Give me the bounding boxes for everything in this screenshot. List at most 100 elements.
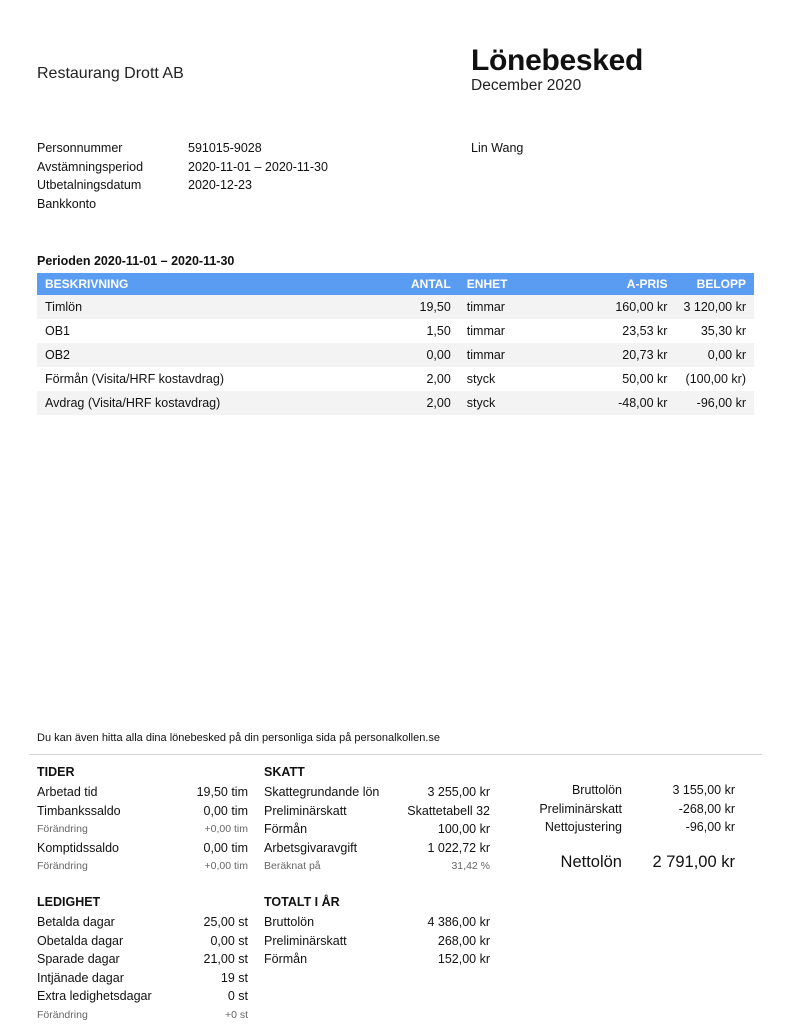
row-value: 0,00 tim	[203, 840, 248, 855]
change-row: Förändring +0,00 tim	[37, 820, 248, 839]
summary-row: Preliminärskatt 268,00 kr	[264, 932, 490, 951]
section-divider	[29, 754, 762, 755]
cell-description: OB2	[37, 343, 378, 367]
section-ledighet: LEDIGHET Betalda dagar 25,00 st Obetalda…	[37, 892, 248, 1024]
row-label: Beräknat på	[264, 860, 321, 872]
section-skatt: SKATT Skattegrundande lön 3 255,00 kr Pr…	[264, 762, 490, 876]
summary-row: Timbankssaldo 0,00 tim	[37, 802, 248, 821]
summary-row: Sparade dagar 21,00 st	[37, 950, 248, 969]
document-title: Lönebesked	[471, 44, 644, 77]
footnote-text: Du kan även hitta alla dina lönebesked p…	[37, 732, 440, 744]
row-value: 19,50 tim	[196, 785, 248, 799]
column-header-amount: Belopp	[675, 273, 754, 295]
row-label: Bruttolön	[571, 783, 622, 797]
cell-description: Förmån (Visita/HRF kostavdrag)	[37, 367, 378, 391]
cell-description: Avdrag (Visita/HRF kostavdrag)	[37, 391, 378, 415]
cell-quantity: 1,50	[377, 319, 459, 343]
row-label: Arbetsgivaravgift	[264, 840, 358, 855]
summary-row: Förmån 100,00 kr	[264, 820, 490, 839]
info-label: Avstämningsperiod	[37, 159, 144, 174]
row-value: 3 255,00 kr	[427, 785, 490, 799]
row-label: Sparade dagar	[37, 952, 120, 966]
summary-row: Preliminärskatt -268,00 kr	[510, 800, 735, 819]
table-row: OB2 0,00 timmar 20,73 kr 0,00 kr	[37, 343, 754, 367]
row-value: 31,42 %	[451, 860, 490, 872]
summary-row: Obetalda dagar 0,00 st	[37, 932, 248, 951]
period-heading: Perioden 2020-11-01 – 2020-11-30	[37, 254, 235, 268]
column-header-description: Beskrivning	[37, 273, 378, 295]
net-pay-label: Nettolön	[560, 852, 622, 871]
row-label: Förmån	[264, 952, 308, 966]
row-label: Förändring	[37, 823, 88, 835]
row-label: Förändring	[37, 1008, 88, 1021]
row-label: Timbankssaldo	[37, 803, 121, 818]
pay-items-table: Beskrivning Antal Enhet A-pris Belopp Ti…	[37, 273, 754, 415]
info-label: Bankkonto	[37, 196, 97, 211]
row-label: Preliminärskatt	[264, 803, 347, 818]
summary-row: Skattegrundande lön 3 255,00 kr	[264, 783, 490, 802]
row-value: 19 st	[220, 970, 248, 985]
cell-amount: (100,00 kr)	[675, 367, 754, 391]
section-tider: TIDER Arbetad tid 19,50 tim Timbankssald…	[37, 762, 248, 876]
column-header-unit: Enhet	[458, 273, 562, 295]
row-label: Extra ledighetsdagar	[37, 989, 152, 1003]
row-label: Preliminärskatt	[539, 801, 622, 816]
section-totalt-i-ar: TOTALT I ÅR Bruttolön 4 386,00 kr Prelim…	[264, 892, 490, 969]
net-pay-summary: Bruttolön 3 155,00 kr Preliminärskatt -2…	[510, 781, 735, 877]
document-month: December 2020	[471, 77, 582, 94]
row-label: Obetalda dagar	[37, 933, 124, 948]
table-row: Timlön 19,50 timmar 160,00 kr 3 120,00 k…	[37, 295, 754, 319]
summary-row: Arbetsgivaravgift 1 022,72 kr	[264, 839, 490, 858]
cell-amount: 35,30 kr	[675, 319, 754, 343]
change-row: Förändring +0 st	[37, 1006, 248, 1025]
summary-row: Bruttolön 4 386,00 kr	[264, 913, 490, 932]
row-value: 1 022,72 kr	[427, 840, 490, 855]
row-value: 0 st	[227, 989, 248, 1003]
row-label: Intjänade dagar	[37, 970, 124, 985]
row-value: +0,00 tim	[204, 860, 248, 872]
summary-row: Komptidssaldo 0,00 tim	[37, 839, 248, 858]
row-value: Skattetabell 32	[407, 803, 490, 818]
cell-unit-price: 50,00 kr	[561, 367, 676, 391]
info-value: 2020-11-01 – 2020-11-30	[188, 159, 328, 174]
summary-row: Intjänade dagar 19 st	[37, 969, 248, 988]
cell-description: OB1	[37, 319, 378, 343]
row-value: 21,00 st	[203, 952, 248, 966]
cell-quantity: 0,00	[377, 343, 459, 367]
row-label: Preliminärskatt	[264, 933, 347, 948]
row-value: +0 st	[224, 1008, 248, 1021]
summary-row: Nettojustering -96,00 kr	[510, 818, 735, 837]
cell-amount: 3 120,00 kr	[675, 295, 754, 319]
summary-row: Extra ledighetsdagar 0 st	[37, 987, 248, 1006]
table-row: Avdrag (Visita/HRF kostavdrag) 2,00 styc…	[37, 391, 754, 415]
row-label: Betalda dagar	[37, 915, 115, 929]
change-row: Beräknat på 31,42 %	[264, 857, 490, 876]
table-row: Förmån (Visita/HRF kostavdrag) 2,00 styc…	[37, 367, 754, 391]
cell-unit: timmar	[458, 295, 562, 319]
summary-row: Förmån 152,00 kr	[264, 950, 490, 969]
column-header-unit-price: A-pris	[561, 273, 676, 295]
row-value: 268,00 kr	[437, 933, 490, 948]
net-pay-value: 2 791,00 kr	[652, 852, 735, 871]
summary-row: Arbetad tid 19,50 tim	[37, 783, 248, 802]
cell-unit: timmar	[458, 343, 562, 367]
row-label: Arbetad tid	[37, 785, 98, 799]
row-label: Komptidssaldo	[37, 840, 119, 855]
section-title: SKATT	[264, 765, 305, 779]
cell-unit-price: 160,00 kr	[561, 295, 676, 319]
info-label: Utbetalningsdatum	[37, 178, 142, 192]
row-value: 3 155,00 kr	[672, 783, 735, 797]
info-value: 2020-12-23	[188, 178, 252, 192]
company-name: Restaurang Drott AB	[37, 65, 184, 82]
cell-unit-price: -48,00 kr	[561, 391, 676, 415]
info-value: 591015-9028	[188, 141, 262, 155]
cell-unit-price: 23,53 kr	[561, 319, 676, 343]
table-row: OB1 1,50 timmar 23,53 kr 35,30 kr	[37, 319, 754, 343]
employee-name: Lin Wang	[471, 141, 524, 155]
summary-row: Preliminärskatt Skattetabell 32	[264, 802, 490, 821]
row-value: 100,00 kr	[437, 822, 490, 836]
cell-unit-price: 20,73 kr	[561, 343, 676, 367]
row-value: -268,00 kr	[678, 801, 735, 816]
cell-unit: styck	[458, 391, 562, 415]
cell-unit: styck	[458, 367, 562, 391]
